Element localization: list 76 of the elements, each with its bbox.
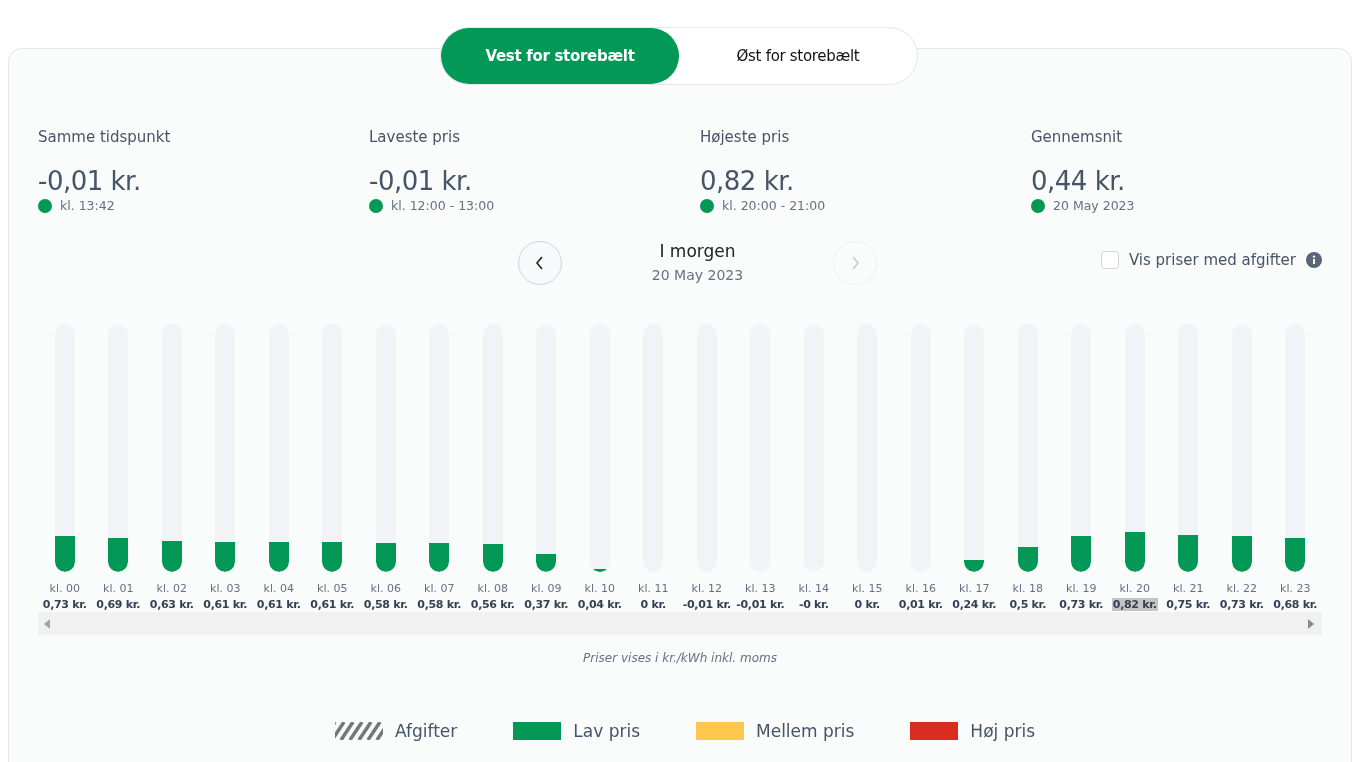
- price-label: 0,01 kr.: [897, 598, 944, 611]
- price-label: 0,56 kr.: [469, 598, 516, 611]
- region-tab[interactable]: Vest for storebælt: [441, 28, 679, 84]
- hour-label: kl. 08: [477, 582, 508, 595]
- hour-label: kl. 06: [370, 582, 401, 595]
- hour-label: kl. 19: [1066, 582, 1097, 595]
- price-label: 0,73 kr.: [1058, 598, 1105, 611]
- hour-label: kl. 20: [1119, 582, 1150, 595]
- hour-label: kl. 12: [691, 582, 722, 595]
- price-label: -0,01 kr.: [735, 598, 786, 611]
- price-label: 0,58 kr.: [416, 598, 463, 611]
- price-label: 0,63 kr.: [148, 598, 195, 611]
- price-label: 0 kr.: [853, 598, 881, 611]
- footnote: Priser vises i kr./kWh inkl. moms: [582, 651, 778, 665]
- checkbox[interactable]: [1100, 251, 1119, 269]
- hour-label: kl. 23: [1280, 582, 1311, 595]
- hour-label: kl. 18: [1012, 582, 1043, 595]
- price-label: 0,04 kr.: [576, 598, 623, 611]
- hour-label: kl. 13: [745, 582, 776, 595]
- stat-value: -0,01 kr.: [38, 166, 142, 196]
- day-title: I morgen: [658, 241, 737, 261]
- hour-label: kl. 01: [103, 582, 134, 595]
- stat-title: Samme tidspunkt: [38, 128, 172, 148]
- stat-note: kl. 20:00 - 21:00: [722, 198, 826, 213]
- hour-label: kl. 03: [210, 582, 241, 595]
- price-label: -0,01 kr.: [681, 598, 732, 611]
- hour-label: kl. 15: [852, 582, 883, 595]
- price-label: 0 kr.: [639, 598, 667, 611]
- price-label: 0,24 kr.: [951, 598, 998, 611]
- stat-note: 20 May 2023: [1053, 198, 1135, 213]
- hour-label: kl. 16: [905, 582, 936, 595]
- price-label: 0,5 kr.: [1008, 598, 1048, 611]
- highlighted-price-label: 0,82 kr.: [1111, 598, 1158, 611]
- price-label: 0,69 kr.: [95, 598, 142, 611]
- legend-label: Høj pris: [970, 721, 1036, 741]
- hour-label: kl. 10: [584, 582, 615, 595]
- hour-label: kl. 07: [424, 582, 455, 595]
- chevron-left-icon: [535, 256, 545, 270]
- stat-title: Højeste pris: [700, 128, 791, 148]
- hour-label: kl. 00: [49, 582, 80, 595]
- price-label: 0,68 kr.: [1272, 598, 1319, 611]
- price-label: 0,73 kr.: [1218, 598, 1265, 611]
- price-label: 0,61 kr.: [255, 598, 302, 611]
- region-tab[interactable]: Øst for storebælt: [679, 28, 917, 84]
- stat-value: -0,01 kr.: [369, 166, 473, 196]
- day-date: 20 May 2023: [650, 267, 745, 283]
- stat-note: kl. 12:00 - 13:00: [391, 198, 495, 213]
- legend-label: Lav pris: [573, 721, 640, 741]
- hour-label: kl. 05: [317, 582, 348, 595]
- price-label: 0,58 kr.: [362, 598, 409, 611]
- price-label: 0,37 kr.: [523, 598, 570, 611]
- horizontal-scrollbar[interactable]: [38, 612, 1322, 635]
- price-label: 0,75 kr.: [1165, 598, 1212, 611]
- hour-label: kl. 09: [531, 582, 562, 595]
- hour-label: kl. 17: [959, 582, 990, 595]
- price-label: 0,61 kr.: [309, 598, 356, 611]
- stat-title: Laveste pris: [369, 128, 462, 148]
- stat-note: kl. 13:42: [60, 198, 115, 213]
- stat-value: 0,44 kr.: [1031, 166, 1126, 196]
- price-label: 0,73 kr.: [41, 598, 88, 611]
- hour-label: kl. 04: [263, 582, 294, 595]
- previous-button[interactable]: [518, 241, 562, 285]
- chevron-right-icon: [850, 256, 860, 270]
- stat-title: Gennemsnit: [1031, 128, 1124, 148]
- price-label: -0 kr.: [797, 598, 830, 611]
- legend-label: Afgifter: [394, 721, 458, 741]
- hour-label: kl. 11: [638, 582, 669, 595]
- hour-label: kl. 14: [798, 582, 829, 595]
- stat-value: 0,82 kr.: [700, 166, 795, 196]
- hour-label: kl. 22: [1226, 582, 1257, 595]
- price-label: 0,61 kr.: [202, 598, 249, 611]
- hour-label: kl. 02: [156, 582, 187, 595]
- checkbox-label[interactable]: Vis priser med afgifter: [1128, 251, 1296, 269]
- legend-label: Mellem pris: [756, 721, 855, 741]
- info-icon[interactable]: [1306, 252, 1322, 268]
- hour-label: kl. 21: [1173, 582, 1204, 595]
